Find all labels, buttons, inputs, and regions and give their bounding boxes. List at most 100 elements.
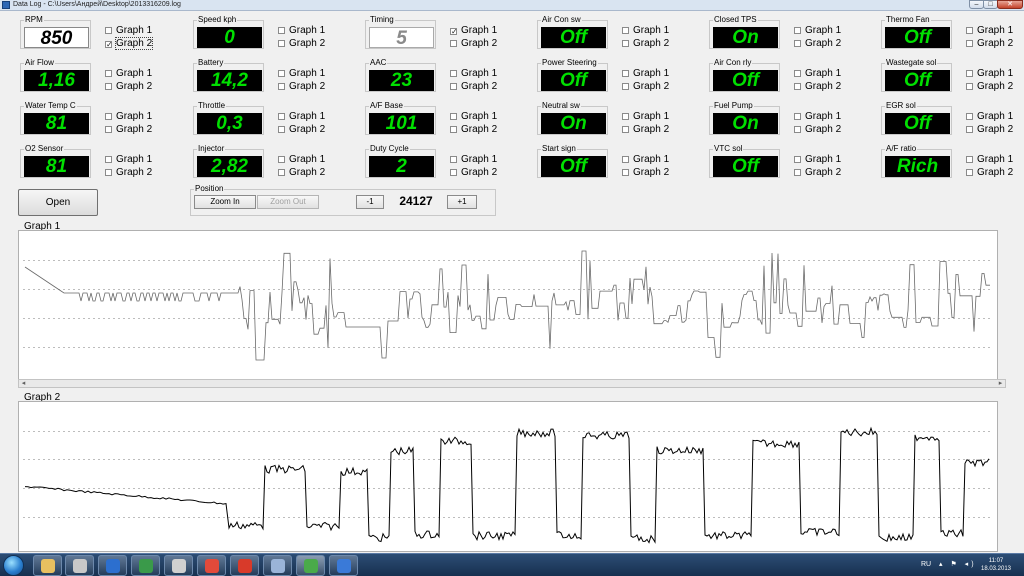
taskbar-chrome-button[interactable] [197,555,226,576]
checkbox-icon[interactable] [450,156,457,163]
open-button[interactable]: Open [18,189,98,216]
taskbar-inkscape-button[interactable] [164,555,193,576]
checkbox-icon[interactable] [622,126,629,133]
checkbox-icon[interactable] [794,27,801,34]
checkbox-icon[interactable] [105,83,112,90]
checkbox-icon[interactable] [966,156,973,163]
checkbox-icon[interactable]: ✓ [105,41,113,49]
sensor-timing-graph2-checkbox[interactable]: Graph 2 [450,38,497,49]
checkbox-icon[interactable] [794,40,801,47]
sensor-fuel-pump-graph1-checkbox[interactable]: Graph 1 [794,111,841,122]
taskbar-folder-button[interactable] [33,555,62,576]
checkbox-icon[interactable] [278,40,285,47]
sensor-speed-kph-graph2-checkbox[interactable]: Graph 2 [278,38,325,49]
sensor-fuel-pump-graph2-checkbox[interactable]: Graph 2 [794,124,841,135]
taskbar-globe-button[interactable] [131,555,160,576]
sensor-air-con-sw-graph2-checkbox[interactable]: Graph 2 [622,38,669,49]
sensor-power-steering-graph1-checkbox[interactable]: Graph 1 [622,68,669,79]
taskbar-tools-button[interactable] [263,555,292,576]
step-forward-button[interactable]: +1 [447,195,477,209]
checkbox-icon[interactable] [105,169,112,176]
sensor-air-con-sw-graph1-checkbox[interactable]: Graph 1 [622,25,669,36]
sensor-o2-sensor-graph1-checkbox[interactable]: Graph 1 [105,154,152,165]
sensor-duty-cycle-graph1-checkbox[interactable]: Graph 1 [450,154,497,165]
clock-date[interactable]: 18.03.2013 [976,565,1016,573]
taskbar-datalog-button[interactable] [296,555,325,576]
scroll-right-arrow-icon[interactable]: ▸ [996,380,1005,387]
checkbox-icon[interactable] [966,169,973,176]
sensor-egr-sol-graph2-checkbox[interactable]: Graph 2 [966,124,1013,135]
taskbar-ie-button[interactable] [329,555,358,576]
sensor-a-f-ratio-graph1-checkbox[interactable]: Graph 1 [966,154,1013,165]
sensor-rpm-graph2-checkbox[interactable]: ✓ Graph 2 [105,37,154,50]
sensor-wastegate-sol-graph2-checkbox[interactable]: Graph 2 [966,81,1013,92]
checkbox-icon[interactable] [105,126,112,133]
checkbox-icon[interactable] [622,40,629,47]
sensor-water-temp-c-graph2-checkbox[interactable]: Graph 2 [105,124,152,135]
clock-time[interactable]: 11:07 [976,557,1016,565]
checkbox-icon[interactable] [450,40,457,47]
maximize-button[interactable]: □ [983,0,998,9]
checkbox-icon[interactable] [105,70,112,77]
checkbox-icon[interactable] [794,70,801,77]
sensor-egr-sol-graph1-checkbox[interactable]: Graph 1 [966,111,1013,122]
sensor-throttle-graph2-checkbox[interactable]: Graph 2 [278,124,325,135]
start-button[interactable] [3,555,24,576]
checkbox-icon[interactable] [966,113,973,120]
checkbox-icon[interactable] [622,83,629,90]
checkbox-icon[interactable] [278,156,285,163]
checkbox-icon[interactable] [278,70,285,77]
sensor-speed-kph-graph1-checkbox[interactable]: Graph 1 [278,25,325,36]
checkbox-icon[interactable] [794,169,801,176]
checkbox-icon[interactable] [794,156,801,163]
language-indicator[interactable]: RU [921,560,931,569]
sensor-start-sign-graph2-checkbox[interactable]: Graph 2 [622,167,669,178]
sensor-duty-cycle-graph2-checkbox[interactable]: Graph 2 [450,167,497,178]
sensor-thermo-fan-graph2-checkbox[interactable]: Graph 2 [966,38,1013,49]
checkbox-icon[interactable] [794,113,801,120]
sensor-neutral-sw-graph2-checkbox[interactable]: Graph 2 [622,124,669,135]
taskbar-app-button[interactable] [230,555,259,576]
sensor-power-steering-graph2-checkbox[interactable]: Graph 2 [622,81,669,92]
checkbox-icon[interactable] [622,70,629,77]
sensor-neutral-sw-graph1-checkbox[interactable]: Graph 1 [622,111,669,122]
step-back-button[interactable]: -1 [356,195,384,209]
checkbox-icon[interactable] [450,113,457,120]
sensor-air-flow-graph2-checkbox[interactable]: Graph 2 [105,81,152,92]
sensor-injector-graph1-checkbox[interactable]: Graph 1 [278,154,325,165]
sensor-timing-graph1-checkbox[interactable]: ✓ Graph 1 [450,25,497,36]
checkbox-icon[interactable] [794,126,801,133]
checkbox-icon[interactable] [278,126,285,133]
sensor-air-flow-graph1-checkbox[interactable]: Graph 1 [105,68,152,79]
checkbox-icon[interactable] [966,83,973,90]
checkbox-icon[interactable] [966,40,973,47]
sensor-injector-graph2-checkbox[interactable]: Graph 2 [278,167,325,178]
checkbox-icon[interactable] [622,113,629,120]
sensor-rpm-graph1-checkbox[interactable]: Graph 1 [105,25,152,36]
checkbox-icon[interactable] [278,83,285,90]
checkbox-icon[interactable] [278,27,285,34]
sensor-battery-graph2-checkbox[interactable]: Graph 2 [278,81,325,92]
sensor-a-f-ratio-graph2-checkbox[interactable]: Graph 2 [966,167,1013,178]
graph2-panel[interactable] [18,401,998,552]
sensor-aac-graph2-checkbox[interactable]: Graph 2 [450,81,497,92]
checkbox-icon[interactable] [622,169,629,176]
sensor-o2-sensor-graph2-checkbox[interactable]: Graph 2 [105,167,152,178]
sensor-a-f-base-graph1-checkbox[interactable]: Graph 1 [450,111,497,122]
checkbox-icon[interactable] [105,113,112,120]
minimize-button[interactable]: – [969,0,984,9]
zoom-out-button[interactable]: Zoom Out [257,195,319,209]
sensor-vtc-sol-graph1-checkbox[interactable]: Graph 1 [794,154,841,165]
checkbox-icon[interactable] [450,83,457,90]
taskbar-disk-manager-button[interactable] [65,555,94,576]
sensor-throttle-graph1-checkbox[interactable]: Graph 1 [278,111,325,122]
checkbox-icon[interactable]: ✓ [450,28,458,36]
checkbox-icon[interactable] [622,27,629,34]
sensor-closed-tps-graph2-checkbox[interactable]: Graph 2 [794,38,841,49]
checkbox-icon[interactable] [105,156,112,163]
scroll-left-arrow-icon[interactable]: ◂ [19,380,28,387]
taskbar-powershell-button[interactable] [98,555,127,576]
sensor-water-temp-c-graph1-checkbox[interactable]: Graph 1 [105,111,152,122]
sensor-thermo-fan-graph1-checkbox[interactable]: Graph 1 [966,25,1013,36]
checkbox-icon[interactable] [794,83,801,90]
